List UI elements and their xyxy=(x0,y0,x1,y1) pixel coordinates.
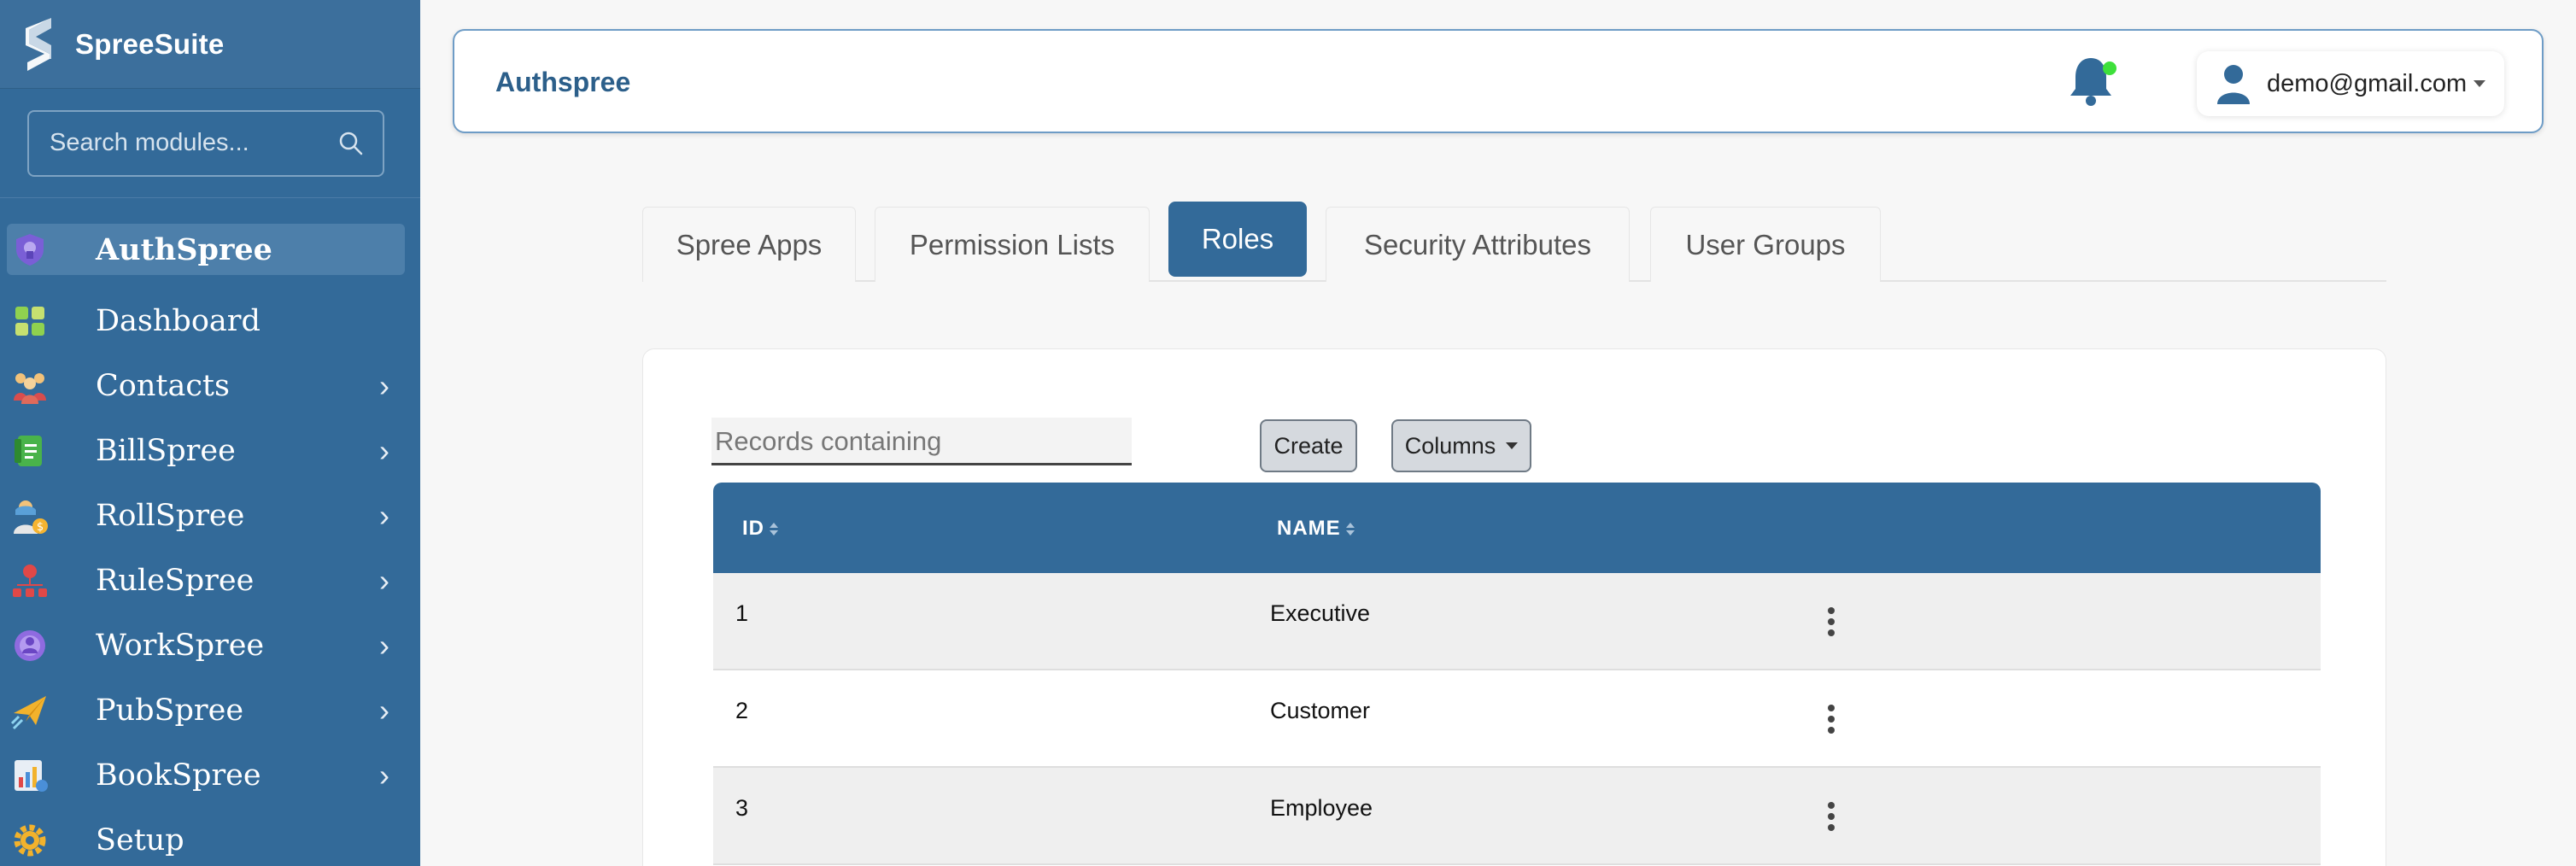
contacts-icon xyxy=(10,366,50,406)
notification-dot xyxy=(2103,61,2116,75)
svg-text:$: $ xyxy=(37,521,44,534)
sort-icon xyxy=(1345,522,1355,535)
column-header-id[interactable]: ID xyxy=(742,517,778,541)
brand-name: SpreeSuite xyxy=(75,27,225,60)
chevron-right-icon: › xyxy=(379,498,389,533)
sort-icon xyxy=(770,522,778,535)
cell-id: 3 xyxy=(735,795,749,821)
top-header: Authspree demo@gmail.com xyxy=(453,29,2544,133)
cell-id: 2 xyxy=(735,698,749,723)
sidebar-item-label: Dashboard xyxy=(96,304,261,338)
dashboard-icon xyxy=(10,301,50,341)
sidebar-nav: AuthSpree Dashboard Contacts › BillSpree… xyxy=(0,224,420,866)
sidebar-item-label: BillSpree xyxy=(96,434,236,468)
sidebar-item-pubspree[interactable]: PubSpree › xyxy=(0,678,420,743)
tab-roles[interactable]: Roles xyxy=(1168,202,1307,277)
pubspree-icon xyxy=(10,691,50,730)
tab-bar: Spree Apps Permission Lists Roles Securi… xyxy=(642,200,2386,282)
chevron-right-icon: › xyxy=(379,563,389,598)
tab-permission-lists[interactable]: Permission Lists xyxy=(875,207,1150,282)
cell-name: Employee xyxy=(1270,795,1373,821)
sidebar-item-label: RollSpree xyxy=(96,499,245,533)
column-header-name[interactable]: NAME xyxy=(1277,517,1355,541)
sidebar-item-label: AuthSpree xyxy=(96,231,272,267)
row-actions-icon[interactable] xyxy=(1827,705,1835,734)
authspree-icon xyxy=(10,230,50,269)
sidebar-item-bookspree[interactable]: BookSpree › xyxy=(0,743,420,808)
billspree-icon xyxy=(10,431,50,471)
search-icon xyxy=(339,132,363,155)
columns-dropdown-button[interactable]: Columns xyxy=(1391,419,1531,472)
tab-spree-apps[interactable]: Spree Apps xyxy=(642,207,856,282)
records-filter-input[interactable]: Records containing xyxy=(711,418,1132,465)
bookspree-icon xyxy=(10,756,50,795)
module-search-input[interactable]: Search modules... xyxy=(27,109,384,177)
module-search-area: Search modules... xyxy=(0,89,420,198)
rollspree-icon: $ xyxy=(10,496,50,535)
columns-button-label: Columns xyxy=(1404,432,1496,459)
tab-security-attributes[interactable]: Security Attributes xyxy=(1326,207,1630,282)
row-actions-icon[interactable] xyxy=(1827,802,1835,831)
module-search-placeholder: Search modules... xyxy=(50,129,249,156)
brand[interactable]: SpreeSuite xyxy=(0,0,420,89)
rulespree-icon xyxy=(10,561,50,600)
roles-table: ID NAME 1 Executive 2 Customer 3 Employe… xyxy=(713,483,2321,865)
chevron-right-icon: › xyxy=(379,368,389,403)
user-menu[interactable]: demo@gmail.com xyxy=(2197,51,2504,116)
sidebar-item-rollspree[interactable]: $ RollSpree › xyxy=(0,483,420,548)
roles-card: Records containing Create Columns ID NAM… xyxy=(642,348,2386,866)
sidebar-item-rulespree[interactable]: RuleSpree › xyxy=(0,548,420,613)
sidebar-item-contacts[interactable]: Contacts › xyxy=(0,354,420,418)
table-row[interactable]: 3 Employee xyxy=(713,768,2321,865)
page-title: Authspree xyxy=(495,67,631,97)
table-header: ID NAME xyxy=(713,483,2321,573)
sidebar: SpreeSuite Search modules... AuthSpree D… xyxy=(0,0,420,866)
chevron-right-icon: › xyxy=(379,628,389,663)
sidebar-item-authspree[interactable]: AuthSpree xyxy=(7,224,405,275)
table-row[interactable]: 2 Customer xyxy=(713,670,2321,768)
chevron-right-icon: › xyxy=(379,693,389,728)
cell-id: 1 xyxy=(735,600,749,626)
column-header-label: ID xyxy=(742,517,764,540)
sidebar-item-label: RuleSpree xyxy=(96,564,255,598)
table-row[interactable]: 1 Executive xyxy=(713,573,2321,670)
chevron-right-icon: › xyxy=(379,433,389,468)
spreesuite-logo xyxy=(26,17,51,71)
chevron-right-icon: › xyxy=(379,758,389,793)
cell-name: Executive xyxy=(1270,600,1371,626)
cell-name: Customer xyxy=(1270,698,1371,723)
sidebar-item-setup[interactable]: Setup xyxy=(0,808,420,866)
caret-down-icon xyxy=(2474,80,2486,87)
workspree-icon xyxy=(10,626,50,665)
tab-user-groups[interactable]: User Groups xyxy=(1650,207,1881,282)
row-actions-icon[interactable] xyxy=(1827,607,1835,636)
user-icon xyxy=(2217,65,2250,104)
sidebar-item-label: Setup xyxy=(96,823,184,857)
sidebar-item-label: PubSpree xyxy=(96,693,244,728)
column-header-label: NAME xyxy=(1277,517,1341,540)
notifications-button[interactable] xyxy=(2065,53,2120,108)
sidebar-item-label: WorkSpree xyxy=(96,629,265,663)
records-filter-placeholder: Records containing xyxy=(715,426,942,456)
gear-icon xyxy=(10,821,50,860)
sidebar-item-dashboard[interactable]: Dashboard xyxy=(0,289,420,354)
sidebar-item-label: Contacts xyxy=(96,369,230,403)
sidebar-item-billspree[interactable]: BillSpree › xyxy=(0,418,420,483)
user-email: demo@gmail.com xyxy=(2267,69,2468,97)
create-button[interactable]: Create xyxy=(1260,419,1357,472)
create-button-label: Create xyxy=(1273,432,1344,459)
sidebar-item-label: BookSpree xyxy=(96,758,261,793)
sidebar-item-workspree[interactable]: WorkSpree › xyxy=(0,613,420,678)
caret-down-icon xyxy=(1506,442,1519,449)
